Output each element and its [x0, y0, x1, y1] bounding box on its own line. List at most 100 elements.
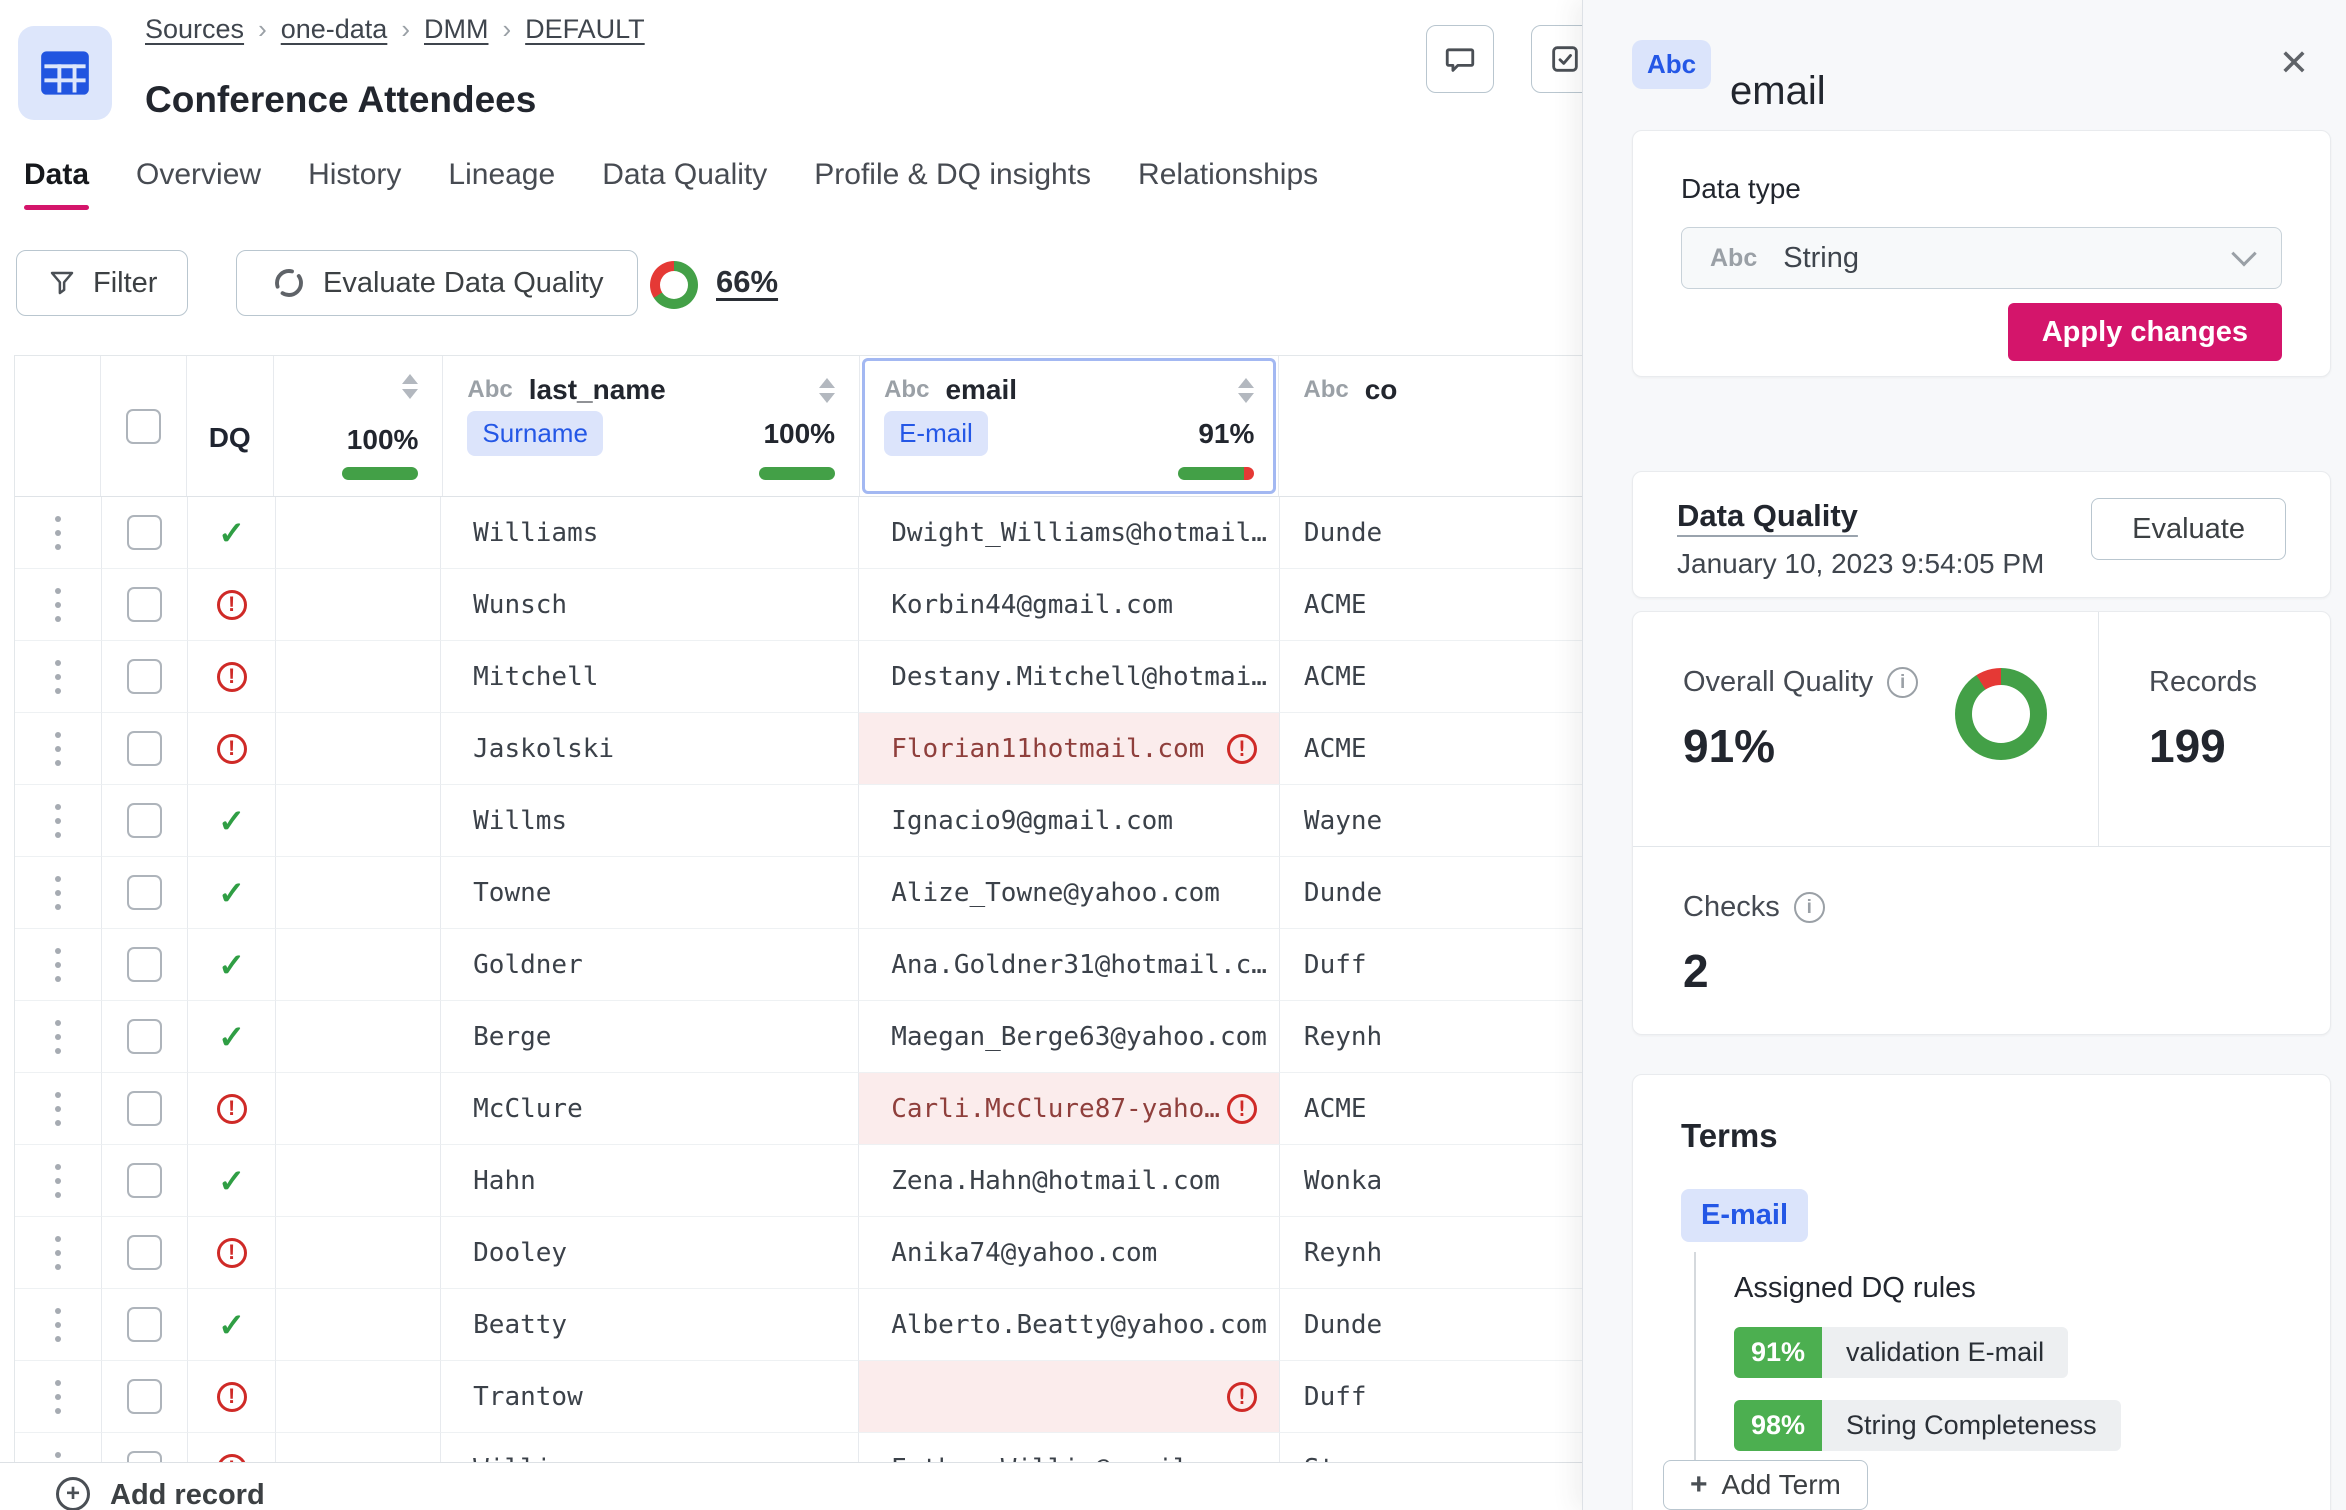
tab-overview[interactable]: Overview — [136, 158, 261, 210]
row-unnamed-cell[interactable] — [275, 929, 442, 1001]
row-checkbox[interactable] — [127, 587, 162, 622]
sort-icons[interactable] — [1238, 377, 1255, 403]
row-menu-icon[interactable] — [54, 1019, 61, 1054]
row-menu-icon[interactable] — [54, 659, 61, 694]
tab-relationships[interactable]: Relationships — [1138, 158, 1318, 210]
row-last-name-cell[interactable]: Williams — [441, 497, 860, 569]
row-menu-icon[interactable] — [54, 803, 61, 838]
row-email-cell[interactable]: Florian11hotmail.com! — [859, 713, 1280, 785]
sort-icons[interactable] — [819, 377, 836, 403]
info-icon[interactable]: i — [1887, 667, 1919, 698]
row-checkbox[interactable] — [127, 1379, 162, 1414]
breadcrumb-link[interactable]: DEFAULT — [525, 14, 645, 45]
row-company-cell[interactable]: ACME — [1279, 641, 1582, 713]
row-last-name-cell[interactable]: Mitchell — [441, 641, 860, 713]
close-icon[interactable]: ✕ — [2279, 42, 2309, 84]
header-last-name-column[interactable]: Abc last_name Surname 100% — [443, 356, 861, 496]
row-unnamed-cell[interactable] — [275, 1361, 442, 1433]
row-menu-icon[interactable] — [54, 731, 61, 766]
row-last-name-cell[interactable]: Trantow — [441, 1361, 860, 1433]
row-last-name-cell[interactable]: Beatty — [441, 1289, 860, 1361]
tab-profile-dq-insights[interactable]: Profile & DQ insights — [814, 158, 1091, 210]
row-last-name-cell[interactable]: Hahn — [441, 1145, 860, 1217]
breadcrumb-link[interactable]: Sources — [145, 14, 244, 45]
sort-icons[interactable] — [402, 374, 419, 399]
row-unnamed-cell[interactable] — [275, 857, 442, 929]
row-email-cell[interactable]: Carli.McClure87-yaho…! — [859, 1073, 1280, 1145]
row-unnamed-cell[interactable] — [275, 1001, 442, 1073]
row-company-cell[interactable]: ACME — [1279, 569, 1582, 641]
row-company-cell[interactable]: Dunde — [1279, 497, 1582, 569]
row-email-cell[interactable]: ! — [859, 1361, 1280, 1433]
row-checkbox[interactable] — [127, 803, 162, 838]
row-last-name-cell[interactable]: Goldner — [441, 929, 860, 1001]
evaluate-button[interactable]: Evaluate — [2091, 498, 2286, 560]
row-email-cell[interactable]: Dwight_Williams@hotmail… — [859, 497, 1280, 569]
row-last-name-cell[interactable]: McClure — [441, 1073, 860, 1145]
row-menu-icon[interactable] — [54, 1379, 61, 1414]
filter-button[interactable]: Filter — [16, 250, 189, 316]
row-checkbox[interactable] — [127, 659, 162, 694]
header-unnamed-column[interactable]: 100% — [274, 356, 444, 496]
row-company-cell[interactable]: ACME — [1279, 713, 1582, 785]
add-record-button[interactable]: + Add record — [0, 1462, 1582, 1510]
row-unnamed-cell[interactable] — [275, 1217, 442, 1289]
row-menu-icon[interactable] — [54, 1307, 61, 1342]
row-email-cell[interactable]: Alberto.Beatty@yahoo.com — [859, 1289, 1280, 1361]
header-email-column[interactable]: Abc email E-mail 91% — [860, 356, 1280, 496]
row-company-cell[interactable]: Duff — [1279, 1361, 1582, 1433]
row-menu-icon[interactable] — [54, 587, 61, 622]
row-last-name-cell[interactable]: Wunsch — [441, 569, 860, 641]
breadcrumb-link[interactable]: DMM — [424, 14, 488, 45]
row-company-cell[interactable]: Reynh — [1279, 1001, 1582, 1073]
row-email-cell[interactable]: Anika74@yahoo.com — [859, 1217, 1280, 1289]
row-menu-icon[interactable] — [54, 947, 61, 982]
row-company-cell[interactable]: Dunde — [1279, 1289, 1582, 1361]
row-last-name-cell[interactable]: Jaskolski — [441, 713, 860, 785]
row-unnamed-cell[interactable] — [275, 497, 442, 569]
term-tag-surname[interactable]: Surname — [467, 411, 603, 456]
row-email-cell[interactable]: Destany.Mitchell@hotmai… — [859, 641, 1280, 713]
data-type-select[interactable]: Abc String — [1681, 227, 2282, 289]
tab-history[interactable]: History — [308, 158, 401, 210]
row-last-name-cell[interactable]: Willms — [441, 785, 860, 857]
info-icon[interactable]: i — [1793, 892, 1825, 923]
breadcrumb-link[interactable]: one-data — [281, 14, 388, 45]
row-email-cell[interactable]: Ignacio9@gmail.com — [859, 785, 1280, 857]
row-checkbox[interactable] — [127, 947, 162, 982]
row-unnamed-cell[interactable] — [275, 713, 442, 785]
term-tag-email[interactable]: E-mail — [1681, 1189, 1809, 1242]
row-menu-icon[interactable] — [54, 1235, 61, 1270]
row-unnamed-cell[interactable] — [275, 1289, 442, 1361]
row-checkbox[interactable] — [127, 1091, 162, 1126]
row-checkbox[interactable] — [127, 1307, 162, 1342]
row-company-cell[interactable]: Dunde — [1279, 857, 1582, 929]
row-unnamed-cell[interactable] — [275, 569, 442, 641]
row-email-cell[interactable]: Alize_Towne@yahoo.com — [859, 857, 1280, 929]
row-email-cell[interactable]: Zena.Hahn@hotmail.com — [859, 1145, 1280, 1217]
row-menu-icon[interactable] — [54, 875, 61, 910]
comments-button[interactable] — [1426, 25, 1494, 93]
term-tag-email[interactable]: E-mail — [884, 411, 988, 456]
row-checkbox[interactable] — [127, 1163, 162, 1198]
tab-data[interactable]: Data — [24, 158, 90, 210]
row-company-cell[interactable]: Reynh — [1279, 1217, 1582, 1289]
row-menu-icon[interactable] — [54, 1163, 61, 1198]
row-email-cell[interactable]: Korbin44@gmail.com — [859, 569, 1280, 641]
row-unnamed-cell[interactable] — [275, 1145, 442, 1217]
tab-lineage[interactable]: Lineage — [448, 158, 555, 210]
row-last-name-cell[interactable]: Towne — [441, 857, 860, 929]
data-quality-title[interactable]: Data Quality — [1677, 498, 2044, 534]
select-all-checkbox[interactable] — [125, 408, 161, 444]
dq-rule[interactable]: 98% String Completeness — [1734, 1400, 2121, 1451]
row-last-name-cell[interactable]: Berge — [441, 1001, 860, 1073]
add-term-button[interactable]: + Add Term — [1663, 1460, 1868, 1510]
tab-data-quality[interactable]: Data Quality — [602, 158, 767, 210]
row-checkbox[interactable] — [127, 875, 162, 910]
evaluate-data-quality-button[interactable]: Evaluate Data Quality — [236, 250, 639, 316]
row-unnamed-cell[interactable] — [275, 785, 442, 857]
row-unnamed-cell[interactable] — [275, 641, 442, 713]
dq-rule[interactable]: 91% validation E-mail — [1734, 1327, 2069, 1378]
row-company-cell[interactable]: Wayne — [1279, 785, 1582, 857]
header-company-column[interactable]: Abc co — [1279, 356, 1582, 496]
